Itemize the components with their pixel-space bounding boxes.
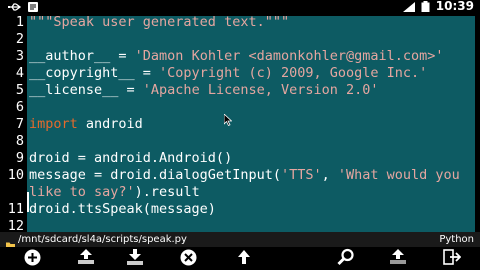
search-icon: [337, 248, 355, 270]
file-path: /mnt/sdcard/sl4a/scripts/speak.py: [18, 234, 187, 245]
line-code: message = droid.dialogGetInput('TTS', 'W…: [29, 167, 460, 184]
code-editor[interactable]: 1 """Speak user generated text.""" 2 3 _…: [0, 12, 480, 234]
code-line: 1 """Speak user generated text.""": [0, 14, 480, 31]
upload-icon: [76, 248, 96, 270]
code-line: 3 __author__ = 'Damon Kohler <damonkohle…: [0, 48, 480, 65]
line-number: 8: [15, 133, 24, 149]
code-line: 8: [0, 133, 480, 150]
line-code: """Speak user generated text.""": [29, 14, 290, 30]
line-number: 5: [15, 82, 24, 98]
code-line: 11 droid.ttsSpeak(message): [0, 201, 480, 218]
up-button[interactable]: [233, 249, 255, 269]
line-code-text: import android: [29, 116, 143, 132]
up-icon: [235, 248, 253, 270]
line-code-text: message = droid.dialogGetInput('TTS', 'W…: [29, 167, 460, 183]
search-button[interactable]: [335, 248, 357, 270]
line-number: 4: [15, 65, 24, 81]
save-button[interactable]: [387, 249, 409, 269]
code-line: 10 message = droid.dialogGetInput('TTS',…: [0, 167, 480, 184]
download-button[interactable]: [124, 249, 146, 269]
save-icon: [388, 248, 408, 270]
add-button[interactable]: [21, 249, 43, 269]
line-code-text: __copyright__ = 'Copyright (c) 2009, Goo…: [29, 65, 428, 81]
line-code: __author__ = 'Damon Kohler <damonkohler@…: [29, 48, 444, 65]
bottom-toolbar: [0, 247, 480, 270]
add-icon: [24, 249, 41, 270]
code-line: 5 __license__ = 'Apache License, Version…: [0, 82, 480, 99]
close-icon: [180, 249, 197, 270]
line-number: 10: [7, 167, 24, 183]
close-button[interactable]: [177, 249, 199, 269]
line-code: __copyright__ = 'Copyright (c) 2009, Goo…: [29, 65, 427, 82]
language-label: Python: [439, 234, 474, 245]
line-number: 2: [15, 31, 24, 47]
code-line: 4 __copyright__ = 'Copyright (c) 2009, G…: [0, 65, 480, 82]
mouse-pointer-icon: [223, 111, 233, 130]
line-code-text: like to say?').result: [29, 184, 200, 200]
code-line: 6: [0, 99, 480, 116]
line-code: droid = android.Android(): [29, 150, 233, 166]
download-icon: [125, 248, 145, 270]
line-number: 6: [15, 99, 24, 115]
line-number: 3: [15, 48, 24, 64]
line-code-text: __license__ = 'Apache License, Version 2…: [29, 82, 379, 98]
upload-button[interactable]: [75, 249, 97, 269]
line-code: droid.ttsSpeak(message): [29, 201, 216, 217]
code-line: 2: [0, 31, 480, 48]
exit-button[interactable]: [441, 249, 463, 269]
line-code: like to say?').result: [29, 184, 200, 201]
line-number: 9: [15, 150, 24, 166]
line-code-text: __author__ = 'Damon Kohler <damonkohler@…: [29, 48, 444, 64]
line-number: 11: [7, 201, 24, 217]
code-line: 7 import android: [0, 116, 480, 133]
exit-icon: [443, 248, 462, 270]
status-bar: 10:39: [0, 0, 480, 12]
line-number: 7: [15, 116, 24, 132]
code-line: 9 droid = android.Android(): [0, 150, 480, 167]
status-time: 10:39: [435, 0, 474, 13]
line-code: __license__ = 'Apache License, Version 2…: [29, 82, 379, 99]
file-path-bar: /mnt/sdcard/sl4a/scripts/speak.py Python: [0, 232, 480, 250]
line-number: 1: [15, 14, 24, 30]
code-line-wrap: like to say?').result: [0, 184, 480, 201]
line-code: import android: [29, 116, 143, 133]
